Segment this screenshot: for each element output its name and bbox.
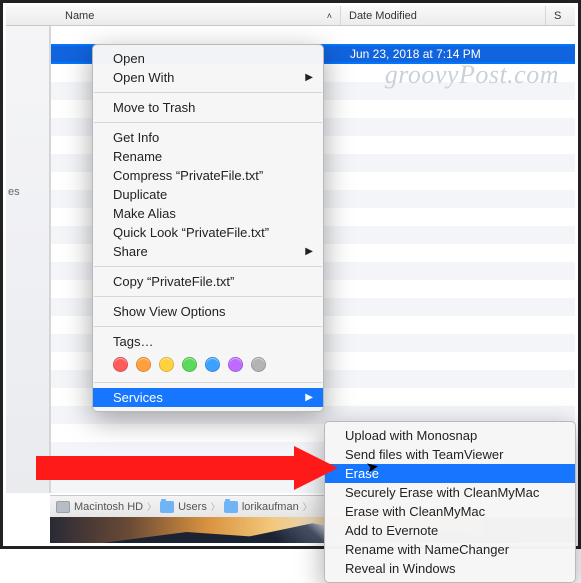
- menu-item-services[interactable]: Services ▶: [93, 388, 323, 407]
- menu-item-label: Open: [113, 51, 145, 66]
- column-header-row: Name ˄ Date Modified S: [6, 6, 575, 26]
- submenu-arrow-icon: ▶: [305, 246, 313, 257]
- menu-item-label: Rename with NameChanger: [345, 542, 509, 557]
- sidebar-sliver: es: [6, 26, 50, 493]
- chevron-right-icon: 〉: [303, 500, 312, 513]
- column-header-name[interactable]: Name ˄: [63, 10, 340, 22]
- menu-item-copy[interactable]: Copy “PrivateFile.txt”: [93, 272, 323, 291]
- menu-item-rename[interactable]: Rename: [93, 147, 323, 166]
- path-segment-users[interactable]: Users: [178, 501, 207, 513]
- tag-color-1[interactable]: [136, 357, 151, 372]
- column-header-date-label: Date Modified: [349, 10, 417, 22]
- column-header-size-label: S: [554, 10, 561, 22]
- menu-item-label: Tags…: [113, 334, 153, 349]
- services-submenu: Upload with Monosnap Send files with Tea…: [324, 421, 576, 583]
- menu-item-label: Rename: [113, 149, 162, 164]
- sidebar-text-fragment: es: [8, 186, 20, 198]
- menu-item-label: Share: [113, 244, 148, 259]
- menu-item-erase[interactable]: Erase: [325, 464, 575, 483]
- tags-color-row: [93, 351, 323, 377]
- menu-item-label: Erase with CleanMyMac: [345, 504, 485, 519]
- menu-item-make-alias[interactable]: Make Alias: [93, 204, 323, 223]
- column-header-size[interactable]: S: [545, 6, 575, 25]
- menu-item-erase-cleanmymac[interactable]: Erase with CleanMyMac: [325, 502, 575, 521]
- menu-item-label: Services: [113, 390, 163, 405]
- watermark: groovyPost.com: [385, 60, 559, 90]
- tag-color-0[interactable]: [113, 357, 128, 372]
- folder-icon: [224, 501, 238, 513]
- menu-separator: [94, 326, 322, 327]
- tag-color-3[interactable]: [182, 357, 197, 372]
- file-date-cell: Jun 23, 2018 at 7:14 PM: [340, 47, 545, 61]
- menu-item-duplicate[interactable]: Duplicate: [93, 185, 323, 204]
- menu-separator: [94, 122, 322, 123]
- sort-indicator-icon: ˄: [327, 11, 332, 21]
- menu-item-rename-namechanger[interactable]: Rename with NameChanger: [325, 540, 575, 559]
- folder-icon: [160, 501, 174, 513]
- menu-item-tags[interactable]: Tags…: [93, 332, 323, 351]
- menu-item-label: Duplicate: [113, 187, 167, 202]
- menu-item-compress[interactable]: Compress “PrivateFile.txt”: [93, 166, 323, 185]
- menu-item-open-with[interactable]: Open With ▶: [93, 68, 323, 87]
- menu-item-add-evernote[interactable]: Add to Evernote: [325, 521, 575, 540]
- tag-color-5[interactable]: [228, 357, 243, 372]
- menu-item-get-info[interactable]: Get Info: [93, 128, 323, 147]
- column-header-name-label: Name: [65, 10, 94, 22]
- tag-color-2[interactable]: [159, 357, 174, 372]
- hd-icon: [56, 501, 70, 513]
- column-header-date[interactable]: Date Modified: [340, 6, 545, 25]
- path-segment-hd[interactable]: Macintosh HD: [74, 501, 143, 513]
- table-row[interactable]: [51, 26, 575, 44]
- menu-item-label: Compress “PrivateFile.txt”: [113, 168, 263, 183]
- menu-item-show-view-options[interactable]: Show View Options: [93, 302, 323, 321]
- path-segment-user[interactable]: lorikaufman: [242, 501, 299, 513]
- menu-item-label: Add to Evernote: [345, 523, 438, 538]
- menu-separator: [94, 92, 322, 93]
- menu-item-label: Get Info: [113, 130, 159, 145]
- menu-item-label: Upload with Monosnap: [345, 428, 477, 443]
- menu-item-securely-erase[interactable]: Securely Erase with CleanMyMac: [325, 483, 575, 502]
- submenu-arrow-icon: ▶: [305, 392, 313, 403]
- context-menu: Open Open With ▶ Move to Trash Get Info R…: [92, 44, 324, 412]
- menu-item-quick-look[interactable]: Quick Look “PrivateFile.txt”: [93, 223, 323, 242]
- menu-item-move-to-trash[interactable]: Move to Trash: [93, 98, 323, 117]
- menu-item-share[interactable]: Share ▶: [93, 242, 323, 261]
- menu-item-label: Make Alias: [113, 206, 176, 221]
- tag-color-6[interactable]: [251, 357, 266, 372]
- submenu-arrow-icon: ▶: [305, 72, 313, 83]
- tag-color-4[interactable]: [205, 357, 220, 372]
- menu-item-label: Open With: [113, 70, 174, 85]
- menu-item-label: Show View Options: [113, 304, 226, 319]
- chevron-right-icon: 〉: [211, 500, 220, 513]
- menu-item-reveal-windows[interactable]: Reveal in Windows: [325, 559, 575, 578]
- menu-item-label: Securely Erase with CleanMyMac: [345, 485, 539, 500]
- menu-item-label: Move to Trash: [113, 100, 195, 115]
- menu-item-upload-monosnap[interactable]: Upload with Monosnap: [325, 426, 575, 445]
- menu-separator: [94, 382, 322, 383]
- menu-separator: [94, 266, 322, 267]
- menu-item-label: Reveal in Windows: [345, 561, 456, 576]
- menu-item-label: Quick Look “PrivateFile.txt”: [113, 225, 269, 240]
- chevron-right-icon: 〉: [147, 500, 156, 513]
- menu-item-send-teamviewer[interactable]: Send files with TeamViewer: [325, 445, 575, 464]
- menu-item-open[interactable]: Open: [93, 49, 323, 68]
- menu-separator: [94, 296, 322, 297]
- menu-item-label: Copy “PrivateFile.txt”: [113, 274, 234, 289]
